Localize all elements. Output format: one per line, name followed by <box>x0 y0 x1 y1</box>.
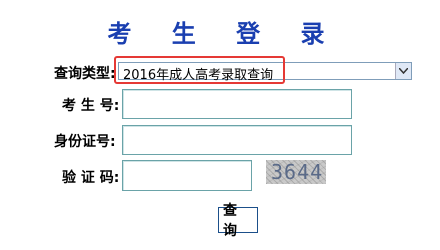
page-title: 考 生 登 录 <box>107 20 341 48</box>
id-number-label: 身份证号: <box>54 134 116 150</box>
exam-number-input[interactable] <box>122 89 352 119</box>
captcha-image-text: 3644 <box>271 160 324 184</box>
captcha-label: 验 证 码: <box>62 170 120 186</box>
query-type-selected-value: 2016年成人高考录取查询 <box>123 68 274 83</box>
id-number-input[interactable] <box>122 125 352 155</box>
chevron-down-icon[interactable] <box>395 63 411 79</box>
captcha-image[interactable]: 3644 <box>266 160 326 184</box>
exam-number-label: 考 生 号: <box>62 98 120 114</box>
captcha-input[interactable] <box>122 160 252 191</box>
query-type-select[interactable]: 2016年成人高考录取查询 <box>118 62 412 83</box>
query-type-label: 查询类型: <box>54 66 116 82</box>
submit-button[interactable]: 查 询 <box>218 203 258 239</box>
